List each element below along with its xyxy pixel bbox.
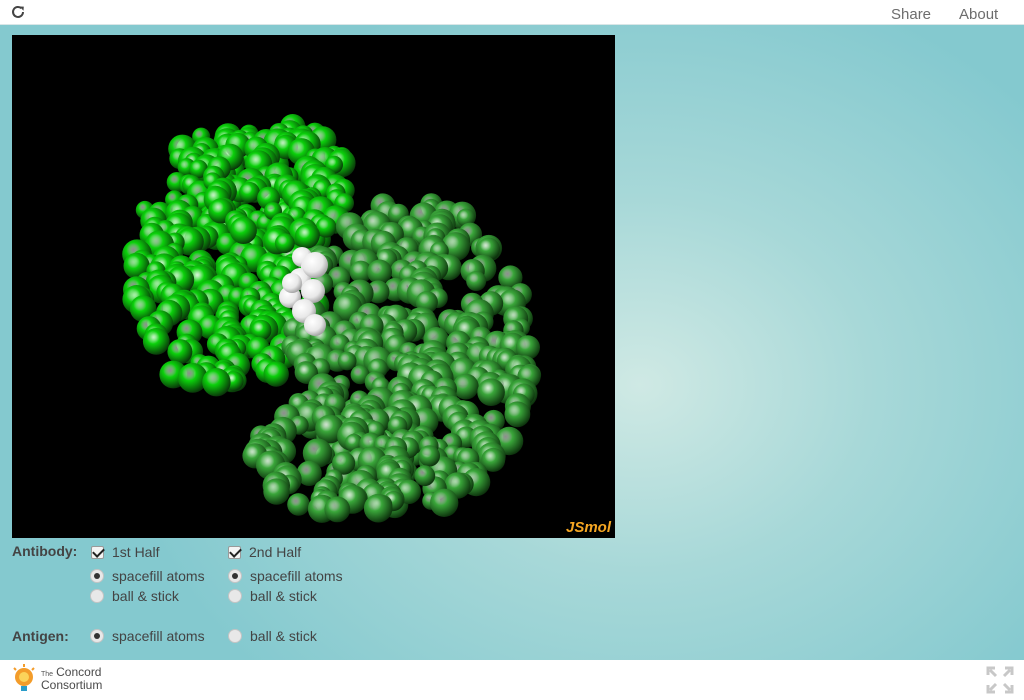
half2-ballstick-radio[interactable]: ball & stick	[228, 587, 317, 605]
atom	[414, 465, 436, 487]
atom	[324, 496, 351, 523]
half1-ballstick-label: ball & stick	[112, 588, 179, 604]
antigen-ballstick-radio[interactable]: ball & stick	[228, 627, 317, 645]
top-bar: Share About	[0, 0, 1024, 25]
half2-checkbox[interactable]: 2nd Half	[228, 543, 301, 561]
atom	[229, 217, 257, 244]
atom	[142, 328, 170, 355]
logo-the: The	[41, 671, 54, 678]
half1-label: 1st Half	[112, 544, 160, 560]
atom	[287, 493, 310, 516]
logo-consortium: Consortium	[41, 678, 103, 692]
half2-spacefill-dot[interactable]	[228, 569, 242, 583]
atom	[504, 401, 531, 428]
half2-checkbox-box[interactable]	[228, 545, 241, 559]
atom	[294, 224, 320, 249]
jsmol-watermark: JSmol	[565, 519, 611, 536]
atom	[282, 273, 302, 293]
atom	[239, 181, 260, 203]
atom	[363, 493, 393, 523]
atom	[167, 339, 193, 365]
controls-panel: Antibody: 1st Half 2nd Half spacefill at…	[12, 541, 612, 651]
atom	[263, 478, 290, 505]
atom	[477, 378, 505, 407]
jsmol-viewer[interactable]: JSmol	[12, 35, 615, 538]
molecule-render[interactable]	[12, 35, 615, 538]
atom	[466, 271, 487, 291]
share-link[interactable]: Share	[891, 6, 931, 23]
concord-logo[interactable]: The Concord Consortium	[12, 664, 112, 696]
half2-label: 2nd Half	[249, 544, 302, 560]
fullscreen-icon[interactable]	[986, 666, 1014, 694]
simulation-stage: JSmol Antibody: 1st Half 2nd Half spacef…	[0, 25, 1024, 660]
antigen-spacefill-dot[interactable]	[90, 629, 104, 643]
half1-spacefill-dot[interactable]	[90, 569, 104, 583]
antigen-ballstick-label: ball & stick	[250, 628, 317, 644]
atom	[304, 314, 326, 336]
half1-spacefill-radio[interactable]: spacefill atoms	[90, 567, 205, 585]
atom	[430, 488, 459, 517]
half2-spacefill-label: spacefill atoms	[250, 568, 343, 584]
antigen-label: Antigen:	[12, 628, 69, 644]
footer: The Concord Consortium	[0, 660, 1024, 700]
atom	[263, 361, 289, 387]
half1-checkbox[interactable]: 1st Half	[91, 543, 159, 561]
atom	[418, 445, 440, 467]
half2-ballstick-label: ball & stick	[250, 588, 317, 604]
half2-ballstick-dot[interactable]	[228, 589, 242, 603]
antigen-ballstick-dot[interactable]	[228, 629, 242, 643]
atom	[274, 233, 295, 254]
half1-ballstick-dot[interactable]	[90, 589, 104, 603]
lightbulb-icon	[13, 664, 35, 691]
about-link[interactable]: About	[959, 6, 998, 23]
half1-ballstick-radio[interactable]: ball & stick	[90, 587, 179, 605]
logo-concord: Concord	[56, 665, 102, 679]
reload-icon[interactable]	[10, 4, 26, 20]
half2-spacefill-radio[interactable]: spacefill atoms	[228, 567, 343, 585]
atom	[302, 252, 328, 278]
half1-checkbox-box[interactable]	[91, 545, 104, 559]
atom	[202, 368, 231, 397]
antibody-label: Antibody:	[12, 543, 78, 559]
antigen-spacefill-radio[interactable]: spacefill atoms	[90, 627, 205, 645]
antigen-spacefill-label: spacefill atoms	[112, 628, 205, 644]
half1-spacefill-label: spacefill atoms	[112, 568, 205, 584]
atom	[337, 351, 357, 371]
